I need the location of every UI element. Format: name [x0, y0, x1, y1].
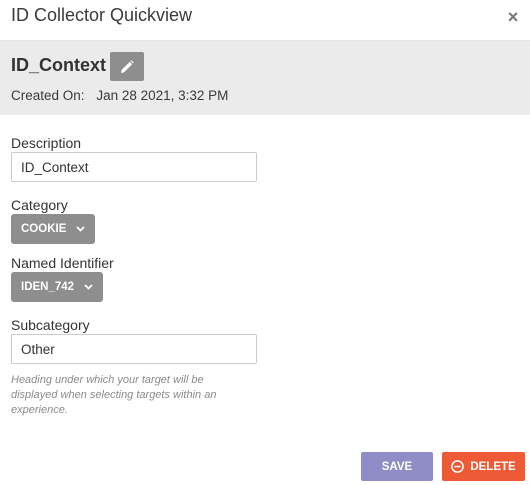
named-identifier-label: Named Identifier: [11, 255, 114, 271]
named-identifier-dropdown[interactable]: IDEN_742: [11, 272, 104, 302]
pencil-icon: [121, 59, 134, 73]
subcategory-hint: Heading under which your target will be …: [11, 374, 217, 416]
save-button[interactable]: SAVE: [361, 452, 433, 481]
named-identifier-value: IDEN_742: [21, 281, 75, 293]
subcategory-input[interactable]: [11, 334, 257, 364]
category-dropdown[interactable]: COOKIE: [11, 214, 96, 244]
collector-header: ID_Context Created On: Jan 28 2021, 3:32…: [0, 41, 530, 115]
delete-button[interactable]: DELETE: [442, 452, 525, 481]
category-value: COOKIE: [21, 223, 67, 235]
subcategory-label: Subcategory: [11, 317, 90, 333]
created-on-label: Created On:: [11, 88, 85, 103]
edit-name-button[interactable]: [110, 52, 144, 81]
chevron-down-icon: [84, 284, 93, 290]
close-icon[interactable]: ×: [506, 8, 520, 26]
dialog-title: ID Collector Quickview: [11, 5, 193, 25]
save-button-label: SAVE: [381, 460, 413, 473]
collector-name: ID_Context: [11, 55, 107, 75]
minus-circle-icon: [451, 460, 465, 473]
created-on: Created On: Jan 28 2021, 3:32 PM: [11, 88, 228, 103]
created-on-value: Jan 28 2021, 3:32 PM: [96, 88, 229, 103]
category-label: Category: [11, 197, 68, 213]
description-input[interactable]: [11, 152, 257, 182]
chevron-down-icon: [76, 226, 86, 232]
dialog-title-bar: ID Collector Quickview ×: [0, 0, 530, 41]
delete-button-label: DELETE: [470, 460, 516, 473]
id-collector-quickview-dialog: ID Collector Quickview × ID_Context Crea…: [0, 0, 530, 485]
description-label: Description: [11, 135, 82, 151]
